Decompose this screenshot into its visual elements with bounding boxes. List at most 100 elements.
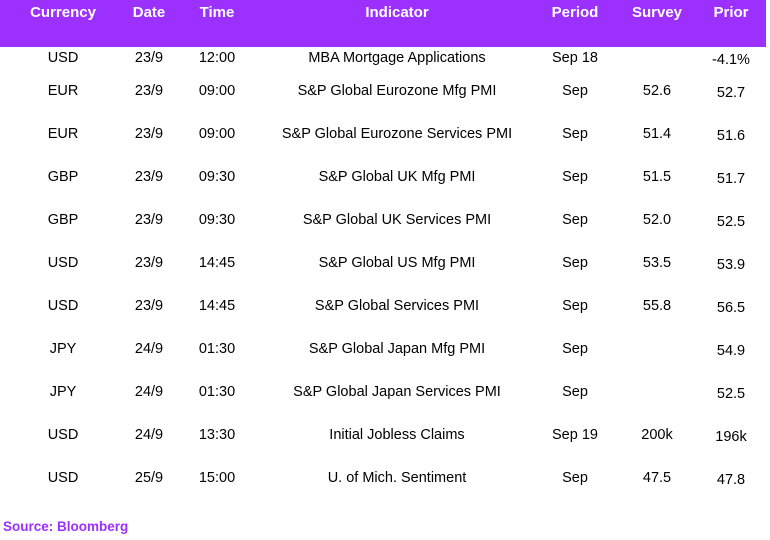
- cell-date: 23/9: [134, 254, 164, 271]
- table-row: GBP 23/9 09:30 S&P Global UK Services PMI Se…: [0, 198, 766, 241]
- cell-prior: 56.5: [716, 299, 746, 316]
- table-row: EUR 23/9 09:00 S&P Global Eurozone Services…: [0, 112, 766, 155]
- table-body: USD 23/9 12:00 MBA Mortgage Applications Sep…: [0, 47, 766, 499]
- cell-period: Sep 18: [552, 50, 598, 66]
- cell-date: 23/9: [134, 297, 164, 314]
- cell-indicator: S&P Global UK Services PMI: [302, 211, 492, 228]
- cell-date: 24/9: [134, 383, 164, 400]
- cell-survey: [618, 47, 696, 69]
- cell-date: 23/9: [134, 50, 164, 66]
- cell-prior: 52.5: [716, 213, 746, 230]
- cell-date: 23/9: [134, 211, 164, 228]
- cell-indicator: S&P Global US Mfg PMI: [318, 254, 476, 271]
- source-note: Source: Bloomberg: [3, 519, 129, 534]
- cell-date: 23/9: [134, 82, 164, 99]
- header-currency: Currency: [0, 0, 126, 47]
- cell-time: 01:30: [198, 383, 236, 400]
- table-header: Currency Date Time Indicator Period Surv…: [0, 0, 766, 47]
- cell-survey: 52.0: [642, 211, 672, 228]
- header-survey: Survey: [618, 0, 696, 47]
- table-row: USD 23/9 12:00 MBA Mortgage Applications Sep…: [0, 47, 766, 69]
- header-time: Time: [172, 0, 262, 47]
- cell-period: Sep: [562, 297, 588, 314]
- header-indicator: Indicator: [262, 0, 532, 47]
- cell-prior: 52.5: [716, 385, 746, 402]
- header-row: Currency Date Time Indicator Period Surv…: [0, 0, 766, 47]
- cell-time: 09:30: [198, 168, 236, 185]
- cell-survey: 47.5: [642, 469, 672, 486]
- cell-currency: USD: [47, 50, 79, 66]
- cell-indicator: S&P Global Eurozone Services PMI: [281, 125, 513, 142]
- cell-indicator: Initial Jobless Claims: [329, 426, 465, 443]
- table-row: GBP 23/9 09:30 S&P Global UK Mfg PMI Sep 51.5…: [0, 155, 766, 198]
- cell-survey: 52.6: [642, 82, 672, 99]
- cell-time: 12:00: [198, 50, 236, 66]
- cell-prior: 52.7: [716, 84, 746, 101]
- header-date: Date: [126, 0, 172, 47]
- economic-calendar-table: Currency Date Time Indicator Period Surv…: [0, 0, 766, 499]
- table-row: USD 24/9 13:30 Initial Jobless Claims Sep 19…: [0, 413, 766, 456]
- cell-time: 14:45: [198, 297, 236, 314]
- cell-currency: USD: [47, 426, 79, 443]
- table-row: USD 25/9 15:00 U. of Mich. Sentiment Sep 47.5…: [0, 456, 766, 499]
- cell-survey: 51.5: [642, 168, 672, 185]
- cell-survey: 200k: [641, 426, 673, 443]
- cell-currency: JPY: [49, 383, 77, 400]
- cell-period: Sep: [562, 254, 588, 271]
- cell-prior: 51.6: [716, 127, 746, 144]
- cell-date: 25/9: [134, 469, 164, 486]
- cell-survey: 53.5: [642, 254, 672, 271]
- cell-date: 23/9: [134, 125, 164, 142]
- cell-currency: JPY: [49, 340, 77, 357]
- cell-period: Sep: [562, 211, 588, 228]
- cell-period: Sep: [562, 469, 588, 486]
- table-row: EUR 23/9 09:00 S&P Global Eurozone Mfg PMI S…: [0, 69, 766, 112]
- header-period: Period: [532, 0, 618, 47]
- cell-date: 24/9: [134, 340, 164, 357]
- table-row: JPY 24/9 01:30 S&P Global Japan Services PM…: [0, 370, 766, 413]
- cell-period: Sep: [562, 125, 588, 142]
- cell-indicator: S&P Global Services PMI: [314, 297, 480, 314]
- cell-date: 23/9: [134, 168, 164, 185]
- cell-indicator: S&P Global Japan Services PMI: [293, 383, 501, 400]
- cell-indicator: S&P Global Japan Mfg PMI: [308, 340, 486, 357]
- cell-prior: -4.1%: [712, 52, 750, 68]
- cell-time: 14:45: [198, 254, 236, 271]
- cell-time: 09:30: [198, 211, 236, 228]
- cell-prior: 53.9: [716, 256, 746, 273]
- cell-currency: USD: [47, 254, 79, 271]
- header-prior: Prior: [696, 0, 766, 47]
- cell-time: 15:00: [198, 469, 236, 486]
- cell-prior: 54.9: [716, 342, 746, 359]
- cell-time: 13:30: [198, 426, 236, 443]
- cell-indicator: U. of Mich. Sentiment: [327, 469, 467, 486]
- cell-prior: 47.8: [716, 471, 746, 488]
- cell-indicator: S&P Global UK Mfg PMI: [318, 168, 476, 185]
- table-row: USD 23/9 14:45 S&P Global Services PMI Sep 55…: [0, 284, 766, 327]
- cell-currency: EUR: [47, 125, 79, 142]
- cell-currency: GBP: [47, 168, 79, 185]
- cell-period: Sep 19: [552, 426, 598, 443]
- cell-period: Sep: [562, 168, 588, 185]
- cell-time: 01:30: [198, 340, 236, 357]
- cell-time: 09:00: [198, 82, 236, 99]
- cell-currency: EUR: [47, 82, 79, 99]
- cell-time: 09:00: [198, 125, 236, 142]
- cell-indicator: S&P Global Eurozone Mfg PMI: [297, 82, 497, 99]
- table-row: JPY 24/9 01:30 S&P Global Japan Mfg PMI Sep 5…: [0, 327, 766, 370]
- cell-period: Sep: [562, 383, 588, 400]
- cell-currency: GBP: [47, 211, 79, 228]
- cell-prior: 51.7: [716, 170, 746, 187]
- cell-indicator: MBA Mortgage Applications: [308, 50, 486, 66]
- cell-period: Sep: [562, 340, 588, 357]
- cell-survey: [618, 370, 696, 413]
- cell-survey: 51.4: [642, 125, 672, 142]
- cell-survey: [618, 327, 696, 370]
- table-row: USD 23/9 14:45 S&P Global US Mfg PMI Sep 53.5…: [0, 241, 766, 284]
- cell-currency: USD: [47, 297, 79, 314]
- cell-survey: 55.8: [642, 297, 672, 314]
- cell-currency: USD: [47, 469, 79, 486]
- cell-period: Sep: [562, 82, 588, 99]
- cell-prior: 196k: [715, 428, 747, 445]
- economic-calendar: Currency Date Time Indicator Period Surv…: [0, 0, 766, 499]
